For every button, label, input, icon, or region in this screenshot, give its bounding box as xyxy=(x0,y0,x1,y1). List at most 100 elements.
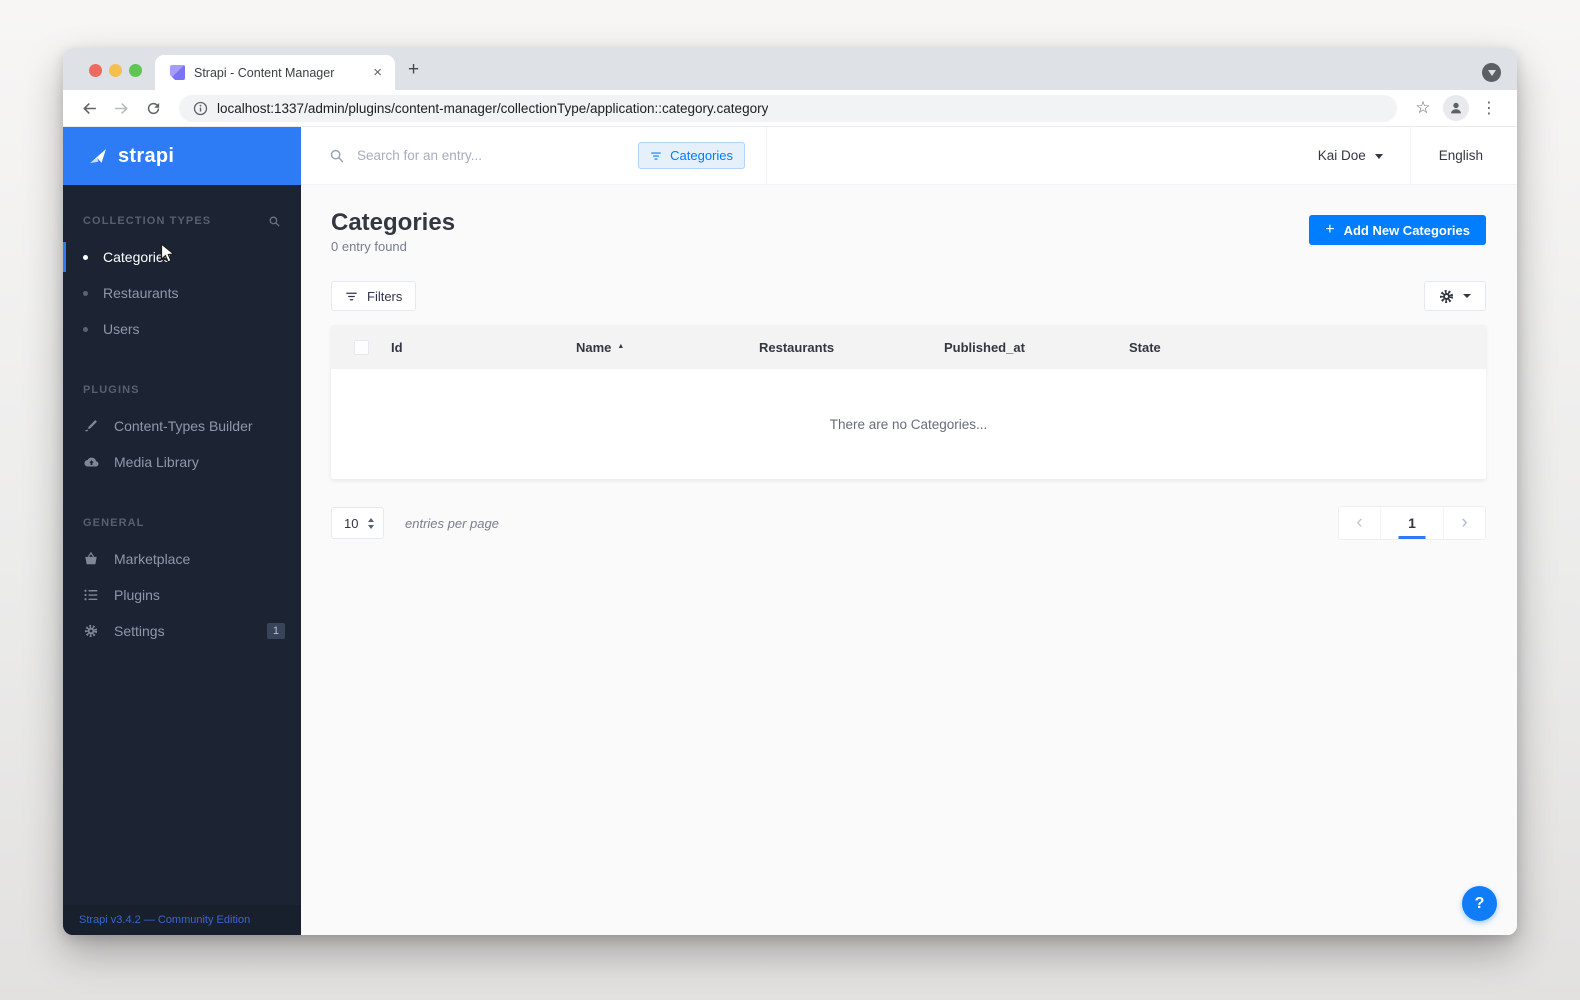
tab-search-button[interactable] xyxy=(1482,63,1501,82)
current-page[interactable]: 1 xyxy=(1381,507,1443,539)
browser-profile-avatar[interactable] xyxy=(1443,95,1469,121)
browser-menu-icon[interactable]: ⋮ xyxy=(1477,96,1501,120)
sidebar-nav: COLLECTION TYPES Categories Restaurants xyxy=(63,185,301,905)
window-controls xyxy=(89,64,142,77)
settings-badge: 1 xyxy=(266,623,285,639)
bookmark-star-icon[interactable]: ☆ xyxy=(1411,96,1435,120)
main-area: Categories Kai Doe English xyxy=(301,127,1517,935)
sidebar-item-plugins[interactable]: Plugins xyxy=(63,577,301,613)
strapi-logo-icon xyxy=(90,149,106,164)
column-header-name[interactable]: Name ▲ xyxy=(576,340,759,355)
browser-toolbar: localhost:1337/admin/plugins/content-man… xyxy=(63,90,1517,127)
list-icon xyxy=(83,589,99,601)
column-header-published-at[interactable]: Published_at xyxy=(944,340,1129,355)
language-selector[interactable]: English xyxy=(1411,148,1517,163)
sidebar-item-categories[interactable]: Categories xyxy=(63,239,301,275)
filter-icon xyxy=(651,151,662,160)
basket-icon xyxy=(83,552,99,566)
user-menu[interactable]: Kai Doe xyxy=(1318,148,1410,163)
reload-icon[interactable] xyxy=(141,96,165,120)
column-header-id[interactable]: Id xyxy=(391,340,576,355)
close-tab-icon[interactable]: × xyxy=(370,64,385,81)
sidebar-item-media-library[interactable]: Media Library xyxy=(63,444,301,480)
strapi-admin: strapi COLLECTION TYPES Categories Resta… xyxy=(63,127,1517,935)
close-window-button[interactable] xyxy=(89,64,102,77)
back-icon[interactable] xyxy=(77,96,101,120)
sidebar-item-users[interactable]: Users xyxy=(63,311,301,347)
filters-button[interactable]: Filters xyxy=(331,281,417,311)
filter-chip-categories[interactable]: Categories xyxy=(638,142,745,169)
page-title: Categories xyxy=(331,209,456,236)
sidebar: strapi COLLECTION TYPES Categories Resta… xyxy=(63,127,301,935)
table-tools-row: Filters xyxy=(331,281,1486,311)
strapi-logo[interactable]: strapi xyxy=(63,127,301,185)
search-input[interactable] xyxy=(357,148,627,163)
chevron-down-icon xyxy=(1374,153,1383,159)
collection-search-icon[interactable] xyxy=(268,215,281,228)
table-header-row: Id Name ▲ Restaurants Published_at State xyxy=(331,325,1486,369)
sidebar-item-restaurants[interactable]: Restaurants xyxy=(63,275,301,311)
entries-per-page-label: entries per page xyxy=(405,515,499,531)
cloud-upload-icon xyxy=(83,456,99,468)
search-icon xyxy=(329,148,345,164)
sort-ascending-icon: ▲ xyxy=(617,343,625,350)
section-general: GENERAL xyxy=(83,517,145,529)
content-area: Categories 0 entry found + Add New Categ… xyxy=(301,185,1517,935)
add-new-categories-button[interactable]: + Add New Categories xyxy=(1309,215,1486,245)
version-link[interactable]: Strapi v3.4.2 — Community Edition xyxy=(79,914,250,926)
entry-count: 0 entry found xyxy=(331,239,407,254)
new-tab-button[interactable]: + xyxy=(408,60,419,79)
entries-per-page-value: 10 xyxy=(344,515,359,531)
sidebar-item-marketplace[interactable]: Marketplace xyxy=(63,541,301,577)
app-header-bar: Categories Kai Doe English xyxy=(301,127,1517,185)
table-body: There are no Categories... xyxy=(331,369,1486,479)
filter-icon xyxy=(346,292,357,300)
plus-icon: + xyxy=(1325,220,1335,238)
sidebar-item-settings[interactable]: Settings 1 xyxy=(63,613,301,649)
forward-icon[interactable] xyxy=(109,96,133,120)
entries-per-page: 10 entries per page xyxy=(331,507,499,539)
column-header-state[interactable]: State xyxy=(1129,340,1314,355)
column-header-restaurants[interactable]: Restaurants xyxy=(759,340,944,355)
minimize-window-button[interactable] xyxy=(109,64,122,77)
section-collection-types: COLLECTION TYPES xyxy=(63,211,301,231)
page-header: Categories 0 entry found + Add New Categ… xyxy=(331,210,1486,254)
gear-icon xyxy=(83,624,99,638)
browser-tab-strip: Strapi - Content Manager × + xyxy=(63,48,1517,90)
pagination-row: 10 entries per page ‹ 1 › xyxy=(331,506,1486,540)
entries-per-page-select[interactable]: 10 xyxy=(331,507,384,539)
tab-title: Strapi - Content Manager xyxy=(194,65,335,80)
section-plugins: PLUGINS xyxy=(83,384,140,396)
page-title-block: Categories 0 entry found xyxy=(331,209,456,255)
entry-search: Categories xyxy=(301,127,767,184)
bullet-icon xyxy=(83,326,88,332)
bullet-icon xyxy=(83,254,88,260)
stepper-icon[interactable] xyxy=(368,517,374,529)
empty-state-message: There are no Categories... xyxy=(829,416,988,432)
browser-tab[interactable]: Strapi - Content Manager × xyxy=(155,55,395,90)
select-all-checkbox[interactable] xyxy=(353,339,369,355)
view-settings-button[interactable] xyxy=(1424,281,1486,311)
app-header-right: Kai Doe English xyxy=(767,127,1517,184)
select-all-cell xyxy=(331,339,391,355)
page-navigation: ‹ 1 › xyxy=(1338,506,1486,540)
next-page-button[interactable]: › xyxy=(1444,507,1485,539)
strapi-logo-text: strapi xyxy=(118,144,175,167)
user-name: Kai Doe xyxy=(1317,148,1366,163)
chevron-down-icon xyxy=(1463,294,1471,298)
brush-icon xyxy=(83,419,99,433)
help-button[interactable]: ? xyxy=(1462,886,1497,921)
desktop: { "browser": { "tab_title": "Strapi - Co… xyxy=(0,0,1580,1000)
entries-table: Id Name ▲ Restaurants Published_at State… xyxy=(331,325,1486,479)
sidebar-item-content-types-builder[interactable]: Content-Types Builder xyxy=(63,408,301,444)
previous-page-button[interactable]: ‹ xyxy=(1339,507,1380,539)
zoom-window-button[interactable] xyxy=(129,64,142,77)
gear-icon xyxy=(1439,289,1454,303)
strapi-favicon-icon xyxy=(170,65,185,80)
browser-window: Strapi - Content Manager × + localhost:1… xyxy=(63,48,1517,935)
url-bar[interactable]: localhost:1337/admin/plugins/content-man… xyxy=(179,94,1397,122)
bullet-icon xyxy=(83,290,88,296)
site-info-icon[interactable] xyxy=(193,101,208,116)
url-text: localhost:1337/admin/plugins/content-man… xyxy=(217,100,769,116)
sidebar-footer: Strapi v3.4.2 — Community Edition xyxy=(63,905,301,935)
